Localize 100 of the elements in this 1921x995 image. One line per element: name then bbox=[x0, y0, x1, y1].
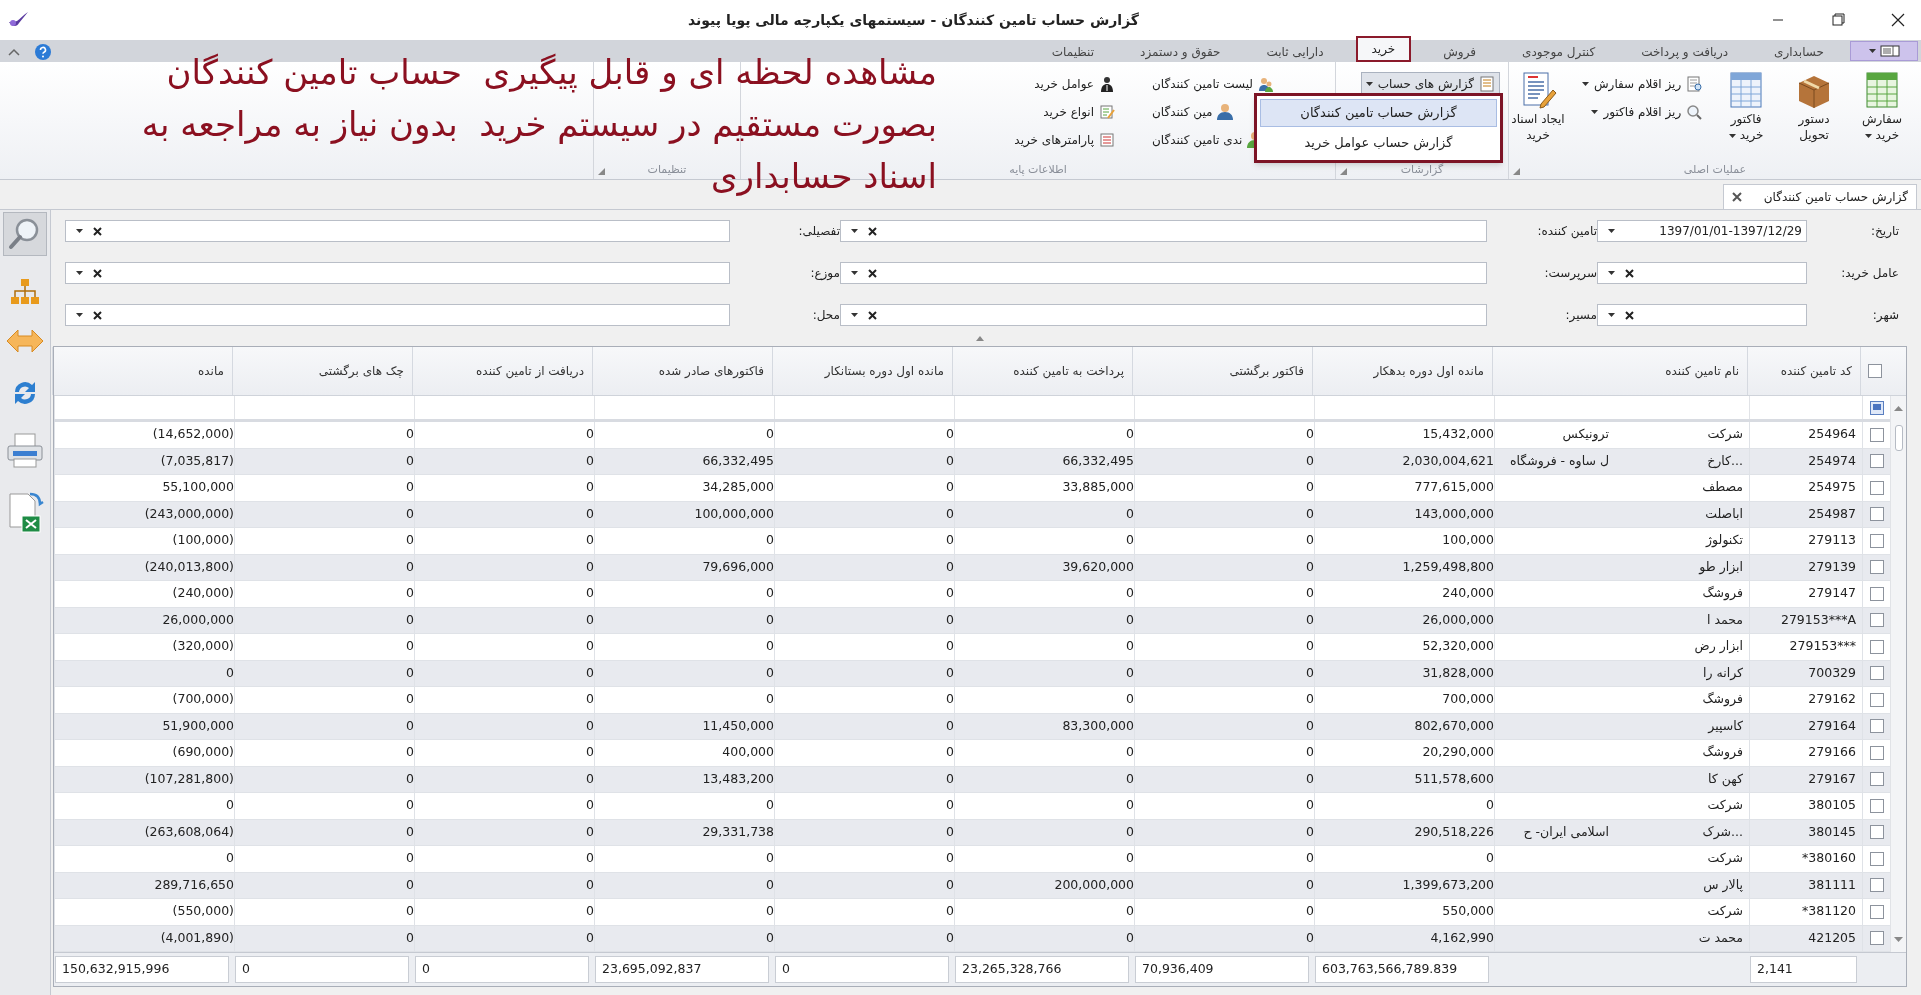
scroll-up-icon[interactable] bbox=[1894, 406, 1903, 411]
column-header[interactable]: پرداخت به تامین کننده bbox=[952, 347, 1132, 395]
ribbon-tab[interactable]: حسابداری bbox=[1760, 42, 1838, 62]
table-cell-text: 279113 bbox=[1807, 531, 1856, 550]
column-header[interactable]: نام تامین کننده bbox=[1492, 347, 1747, 395]
ribbon-tab[interactable]: کنترل موجودی bbox=[1508, 42, 1610, 62]
ribbon-button[interactable]: عوامل خرید bbox=[1029, 72, 1120, 96]
help-icon[interactable] bbox=[34, 43, 52, 61]
table-cell-text: 0 bbox=[1305, 478, 1314, 497]
table-cell-text: 0 bbox=[945, 637, 954, 656]
clear-icon[interactable] bbox=[93, 310, 102, 320]
table-cell-text: 0 bbox=[405, 875, 414, 894]
scroll-down-icon[interactable] bbox=[1894, 937, 1903, 942]
ribbon-button[interactable]: سفارش خرید bbox=[1853, 68, 1911, 144]
clear-icon[interactable] bbox=[93, 226, 102, 236]
checkbox[interactable] bbox=[1869, 878, 1884, 893]
application-menu-button[interactable] bbox=[1850, 41, 1918, 61]
close-icon[interactable] bbox=[1731, 192, 1742, 202]
checkbox[interactable] bbox=[1869, 507, 1884, 522]
collapse-icon[interactable] bbox=[8, 48, 20, 56]
menu-item[interactable]: گزارش حساب تامین کنندگان bbox=[1260, 99, 1497, 127]
table-cell-text: 0 bbox=[405, 743, 414, 762]
ribbon-button[interactable]: ریز اقلام سفارش bbox=[1576, 72, 1708, 96]
table-cell-text: 0 bbox=[1305, 716, 1314, 735]
table-cell-text: 100,000 bbox=[1441, 531, 1494, 550]
combo-box[interactable]: 1397/01/01-1397/12/29 bbox=[1597, 220, 1807, 242]
menu-item[interactable]: گزارش حساب عوامل خرید bbox=[1260, 129, 1497, 157]
checkbox[interactable] bbox=[1869, 533, 1884, 548]
checkbox[interactable] bbox=[1869, 560, 1884, 575]
scrollbar[interactable] bbox=[1890, 396, 1906, 952]
checkbox[interactable] bbox=[1869, 772, 1884, 787]
table-cell-text: 4,162,990 bbox=[1429, 928, 1494, 947]
checkbox[interactable] bbox=[1869, 851, 1884, 866]
double-arrow-icon[interactable] bbox=[5, 328, 45, 354]
column-header[interactable]: مانده bbox=[52, 347, 232, 395]
ribbon-button[interactable]: لیست تامین کنندگان bbox=[1147, 72, 1279, 96]
table-cell-text: 240,000 bbox=[1441, 584, 1494, 603]
ribbon-button[interactable]: ایجاد اسناد خرید bbox=[1509, 68, 1567, 144]
column-header[interactable]: دریافت از تامین کننده bbox=[412, 347, 592, 395]
ribbon-tab[interactable]: خرید bbox=[1355, 36, 1412, 62]
checkbox[interactable] bbox=[1869, 692, 1884, 707]
dialog-launcher-icon[interactable] bbox=[1340, 168, 1347, 175]
splitter-caret-icon[interactable] bbox=[976, 336, 984, 341]
field-label: تفصیلی: bbox=[797, 223, 840, 240]
clear-icon[interactable] bbox=[868, 268, 877, 278]
table-cell-text: 0 bbox=[405, 610, 414, 629]
ribbon-button[interactable]: فاکتور خرید bbox=[1717, 68, 1776, 144]
checkbox[interactable] bbox=[1869, 427, 1884, 442]
ribbon-button[interactable]: مین کنندگان bbox=[1147, 100, 1239, 124]
document-tab[interactable]: گزارش حساب تامین کنندگان bbox=[1722, 184, 1917, 209]
scrollbar-thumb[interactable] bbox=[1894, 425, 1903, 451]
checkbox[interactable] bbox=[1867, 364, 1882, 378]
table-cell: ابزار طو bbox=[1699, 557, 1743, 577]
clear-icon[interactable] bbox=[868, 226, 877, 236]
checkbox[interactable] bbox=[1869, 613, 1884, 628]
dialog-launcher-icon[interactable] bbox=[1513, 168, 1520, 175]
checkbox[interactable] bbox=[1869, 798, 1884, 813]
checkbox[interactable] bbox=[1869, 719, 1884, 734]
ribbon-button[interactable]: پارامترهای خرید bbox=[1009, 128, 1120, 152]
column-header[interactable]: مانده اول دوره بستانکار bbox=[772, 347, 952, 395]
checkbox[interactable] bbox=[1869, 586, 1884, 601]
clear-icon[interactable] bbox=[868, 310, 877, 320]
ribbon-tab[interactable]: فروش bbox=[1429, 42, 1491, 62]
table-cell-text: ابزار رض bbox=[1694, 637, 1743, 656]
column-header[interactable]: کد تامین کننده bbox=[1747, 347, 1860, 395]
column-header[interactable]: فاکتورهای صادر شده bbox=[592, 347, 772, 395]
checkbox[interactable] bbox=[1869, 639, 1884, 654]
column-header[interactable]: مانده اول دوره بدهکار bbox=[1312, 347, 1492, 395]
ribbon-button[interactable]: دستور تحویل bbox=[1785, 68, 1844, 144]
hierarchy-icon[interactable] bbox=[10, 278, 40, 306]
ribbon-button[interactable]: ریز اقلام فاکتور bbox=[1576, 100, 1708, 124]
column-header[interactable]: فاکتور برگشتی bbox=[1132, 347, 1312, 395]
checkbox[interactable] bbox=[1869, 454, 1884, 469]
ribbon-tab[interactable]: دریافت و پرداخت bbox=[1627, 42, 1743, 62]
checkbox[interactable] bbox=[1869, 931, 1884, 946]
dialog-launcher-icon[interactable] bbox=[598, 168, 605, 175]
ribbon-tab[interactable]: دارایی ثابت bbox=[1252, 42, 1338, 62]
checkbox[interactable] bbox=[1869, 480, 1884, 495]
checkbox[interactable] bbox=[1869, 825, 1884, 840]
checkbox[interactable] bbox=[1869, 904, 1884, 919]
clear-icon[interactable] bbox=[1625, 268, 1634, 278]
table-cell-text: 0 bbox=[405, 478, 414, 497]
search-button[interactable] bbox=[3, 212, 47, 256]
ribbon-tab[interactable]: حقوق و دستمزد bbox=[1126, 42, 1235, 62]
excel-export-icon[interactable] bbox=[6, 492, 44, 534]
ribbon-button[interactable]: انواع خرید bbox=[1038, 100, 1120, 124]
table-cell-text: 51,900,000 bbox=[161, 716, 234, 735]
column-header[interactable]: چک های برگشتی bbox=[232, 347, 412, 395]
ribbon-button[interactable]: گزارش های حساب bbox=[1360, 72, 1500, 96]
table-cell-text: 279167 bbox=[1807, 769, 1856, 788]
table-cell-text: مصطف bbox=[1702, 478, 1743, 497]
checkbox[interactable] bbox=[1869, 666, 1884, 681]
table-cell-text: 39,620,000 bbox=[1061, 557, 1134, 576]
printer-icon[interactable] bbox=[5, 432, 45, 470]
clear-icon[interactable] bbox=[1625, 310, 1634, 320]
clear-icon[interactable] bbox=[93, 268, 102, 278]
table-cell-text: 34,285,000 bbox=[701, 478, 774, 497]
checkbox[interactable] bbox=[1869, 745, 1884, 760]
ribbon-tab[interactable]: تنظیمات bbox=[1037, 42, 1109, 62]
table-cell-text: اسلامی ایران- ح bbox=[1522, 822, 1609, 842]
